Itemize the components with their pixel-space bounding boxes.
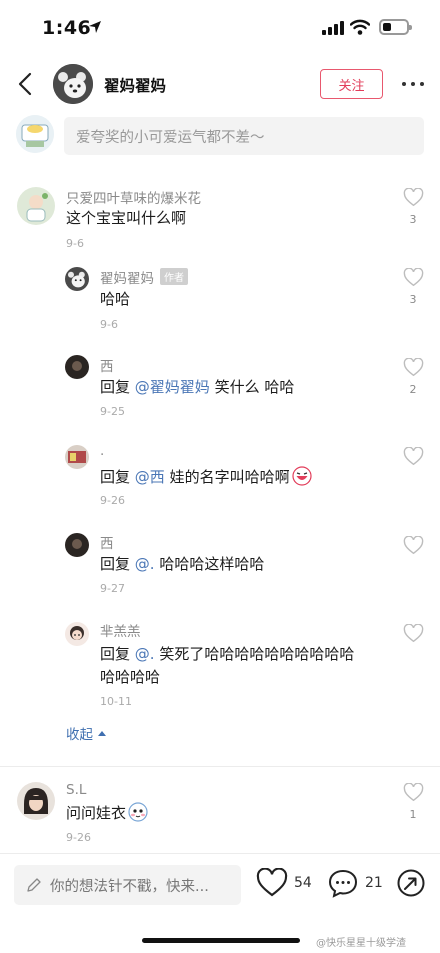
author-badge: 作者 (160, 268, 188, 285)
commenter-name[interactable]: 只爱四叶草味的爆米花 (66, 187, 201, 207)
collapse-replies-button[interactable]: 收起 (66, 723, 106, 743)
reply-name[interactable]: . (100, 443, 104, 459)
commenter-name[interactable]: S.L (66, 782, 86, 798)
reply-name[interactable]: 西 (100, 532, 114, 552)
like-count: 3 (409, 293, 417, 306)
author-avatar[interactable] (53, 64, 93, 104)
reply-text: 哈哈 (100, 290, 131, 308)
pencil-icon (27, 878, 41, 892)
header: 翟妈翟妈 关注 (0, 58, 440, 110)
bottom-comment-input[interactable]: 你的想法针不戳，快来... (14, 865, 241, 905)
reply-prefix: 回复 (100, 468, 135, 486)
like-button[interactable]: 2 (401, 358, 425, 396)
reply-date: 9-6 (100, 318, 118, 331)
mention-link[interactable]: @. (135, 555, 155, 573)
reply-body: 笑死了哈哈哈哈哈哈哈哈哈哈 (154, 645, 355, 663)
share-icon[interactable] (396, 868, 426, 898)
follow-button[interactable]: 关注 (320, 69, 383, 99)
reply-prefix: 回复 (100, 645, 135, 663)
reply-name-text[interactable]: 翟妈翟妈 (100, 271, 154, 287)
reply-name[interactable]: 翟妈翟妈 作者 (100, 267, 188, 287)
reply-date: 9-27 (100, 582, 125, 595)
commenter-avatar[interactable] (17, 187, 55, 225)
page-title: 翟妈翟妈 (104, 77, 167, 95)
reply-date: 10-11 (100, 695, 132, 708)
like-button[interactable]: 3 (401, 188, 425, 226)
mention-link[interactable]: @翟妈翟妈 (135, 378, 210, 396)
like-count: 3 (409, 213, 417, 226)
cellular-signal-icon (322, 21, 344, 35)
comment-text: 问问娃衣 (66, 801, 148, 825)
like-button[interactable] (401, 536, 425, 561)
post-comment-count: 21 (365, 875, 383, 891)
status-time: 1:46 (42, 17, 92, 39)
comment-compose-input[interactable]: 爱夸奖的小可爱运气都不差～ (64, 117, 424, 155)
heart-icon (403, 624, 423, 643)
heart-icon (403, 536, 423, 555)
reply-name[interactable]: 芈羔羔 (100, 620, 141, 640)
reply-date: 9-25 (100, 405, 125, 418)
current-user-avatar (16, 115, 54, 153)
back-arrow-icon[interactable] (14, 70, 38, 98)
reply-avatar[interactable] (65, 445, 89, 469)
reply-body: 娃的名字叫哈哈啊 (164, 468, 290, 486)
mention-link[interactable]: @西 (135, 468, 165, 486)
commenter-avatar[interactable] (17, 782, 55, 820)
heart-icon (403, 188, 423, 207)
reply-text: 回复 @西 娃的名字叫哈哈啊 (100, 465, 312, 489)
reply-text: 回复 @. 笑死了哈哈哈哈哈哈哈哈哈哈 (100, 642, 354, 666)
like-post-heart-icon[interactable] (256, 868, 288, 898)
like-button[interactable]: 3 (401, 268, 425, 306)
reply-avatar[interactable] (65, 622, 89, 646)
bottom-divider (0, 853, 440, 854)
like-button[interactable] (401, 447, 425, 472)
reply-avatar[interactable] (65, 533, 89, 557)
laughing-emoji-icon (291, 466, 312, 486)
comment-bubble-icon[interactable] (327, 868, 359, 898)
reply-avatar[interactable] (65, 355, 89, 379)
status-bar: 1:46 (0, 0, 440, 58)
reply-name[interactable]: 西 (100, 355, 114, 375)
like-count: 2 (409, 383, 417, 396)
comment-date: 9-26 (66, 831, 91, 844)
heart-icon (403, 268, 423, 287)
home-indicator (142, 938, 300, 943)
wifi-icon (350, 19, 370, 35)
heart-icon (403, 447, 423, 466)
shy-emoji-icon (128, 802, 148, 822)
post-like-count: 54 (294, 875, 312, 891)
reply-date: 9-26 (100, 494, 125, 507)
caret-up-icon (98, 731, 106, 736)
comment-date: 9-6 (66, 237, 84, 250)
reply-prefix: 回复 (100, 555, 135, 573)
reply-body: 哈哈哈这样哈哈 (154, 555, 265, 573)
heart-icon (403, 358, 423, 377)
battery-icon (379, 19, 412, 35)
reply-body: 笑什么 哈哈 (209, 378, 295, 396)
reply-text-line2: 哈哈哈哈 (100, 668, 161, 686)
more-icon[interactable] (402, 82, 424, 86)
heart-icon (403, 783, 423, 802)
reply-text: 回复 @翟妈翟妈 笑什么 哈哈 (100, 375, 294, 399)
like-button[interactable]: 1 (401, 783, 425, 821)
reply-prefix: 回复 (100, 378, 135, 396)
collapse-label: 收起 (66, 727, 93, 743)
bottom-input-placeholder: 你的想法针不戳，快来... (50, 878, 209, 895)
reply-avatar[interactable] (65, 267, 89, 291)
location-arrow-icon (89, 21, 101, 33)
mention-link[interactable]: @. (135, 645, 155, 663)
comment-text: 这个宝宝叫什么啊 (66, 209, 187, 227)
divider (0, 766, 440, 767)
reply-text: 回复 @. 哈哈哈这样哈哈 (100, 552, 264, 576)
watermark: @快乐星星十级学渣 (316, 938, 406, 949)
like-count: 1 (409, 808, 417, 821)
like-button[interactable] (401, 624, 425, 649)
comment-body: 问问娃衣 (66, 804, 127, 822)
